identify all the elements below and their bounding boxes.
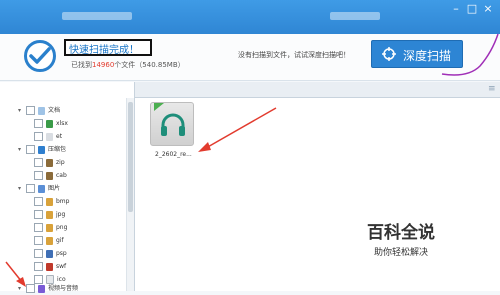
watermark-title: 百科全说 [367, 223, 435, 243]
red-arrow-head [198, 142, 211, 152]
red-arrow-head [16, 277, 26, 287]
red-arrow-line [205, 107, 277, 149]
watermark-subtitle: 助你轻松解决 [374, 248, 429, 258]
